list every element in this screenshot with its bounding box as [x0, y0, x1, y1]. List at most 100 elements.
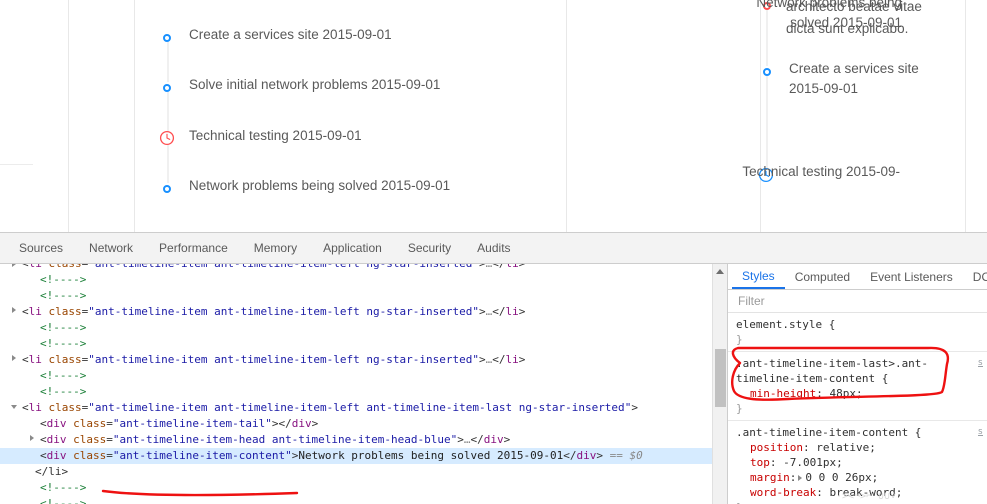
dom-attr-value: ant-timeline-item ant-timeline-item-left… [94, 401, 625, 414]
css-declaration[interactable]: margin: 0 0 0 26px; [736, 470, 979, 485]
styles-tab-dom[interactable]: DOM [963, 266, 987, 289]
styles-tab-event-listeners[interactable]: Event Listeners [860, 266, 963, 289]
devtools-tab-memory[interactable]: Memory [241, 234, 310, 263]
dom-line[interactable]: <!----> [0, 288, 712, 304]
dom-attr-value: ant-timeline-item ant-timeline-item-left… [94, 305, 473, 318]
styles-tab-computed[interactable]: Computed [785, 266, 860, 289]
dom-line[interactable]: <li class="ant-timeline-item ant-timelin… [0, 264, 712, 272]
styles-ghost-text: ·><¬>⌐ ∪∪˅ [836, 491, 897, 502]
devtools-tab-performance[interactable]: Performance [146, 234, 241, 263]
css-value[interactable]: relative; [816, 441, 876, 454]
css-value[interactable]: 48px; [829, 387, 862, 400]
timeline-item[interactable]: Network problems being solved 2015-09-01 [756, 0, 924, 66]
timeline-item-content: Network problems being solved 2015-09-01 [189, 177, 451, 193]
css-selector: element.style { [736, 318, 836, 331]
scroll-up-arrow-icon[interactable] [716, 269, 724, 274]
css-property[interactable]: word-break [736, 486, 816, 499]
expand-triangle-icon[interactable] [798, 474, 803, 481]
dom-line[interactable]: <li class="ant-timeline-item ant-timelin… [0, 304, 712, 320]
devtools-panel: Sources Network Performance Memory Appli… [0, 232, 987, 504]
page-divider-2 [134, 0, 135, 232]
timeline-tail [766, 76, 768, 169]
css-property[interactable]: margin [736, 471, 790, 484]
css-property[interactable]: position [736, 441, 803, 454]
dom-attr-value: ant-timeline-item-tail [119, 417, 266, 430]
css-source-link[interactable]: s [978, 425, 983, 440]
dom-line[interactable]: <!----> [0, 480, 712, 496]
dom-line[interactable]: <!----> [0, 336, 712, 352]
devtools-tab-audits[interactable]: Audits [464, 234, 523, 263]
css-selector: .ant-timeline-item-content { [736, 426, 922, 439]
styles-pane: Styles Computed Event Listeners DOM Filt… [727, 264, 987, 504]
timeline-item[interactable]: Create a services site 2015-09-01 [763, 61, 924, 169]
devtools-tabbar: Sources Network Performance Memory Appli… [0, 233, 987, 264]
page-divider-5 [965, 0, 966, 232]
css-declaration[interactable]: min-height: 48px; [736, 386, 979, 401]
dom-line[interactable]: <!----> [0, 272, 712, 288]
dom-comment: <!----> [40, 273, 87, 286]
dom-line-expanded-li[interactable]: <li class="ant-timeline-item ant-timelin… [0, 400, 712, 416]
page-divider-4 [760, 0, 761, 232]
dom-line[interactable]: <!----> [0, 320, 712, 336]
dom-comment: <!----> [40, 369, 87, 382]
styles-filter-input[interactable]: Filter [728, 290, 987, 313]
dom-line[interactable]: <div class="ant-timeline-item-tail"></di… [0, 416, 712, 432]
page-divider-1 [68, 0, 69, 232]
dom-tree-pane[interactable]: <li class="ant-timeline-item ant-timelin… [0, 264, 712, 504]
dom-line[interactable]: </li> [0, 464, 712, 480]
devtools-tab-security[interactable]: Security [395, 234, 464, 263]
css-property[interactable]: min-height [736, 387, 816, 400]
expand-triangle-icon[interactable] [12, 307, 16, 313]
dom-line-selected[interactable]: <div class="ant-timeline-item-content">N… [0, 448, 712, 464]
devtools-tab-application[interactable]: Application [310, 234, 395, 263]
devtools-tab-network[interactable]: Network [76, 234, 146, 263]
styles-tab-styles[interactable]: Styles [732, 265, 785, 289]
dom-line[interactable]: <div class="ant-timeline-item-head ant-t… [0, 432, 712, 448]
timeline-item-content: Solve initial network problems 2015-09-0… [189, 77, 441, 93]
page-rule-left [0, 164, 33, 165]
collapse-triangle-icon[interactable] [11, 405, 17, 412]
timeline-item-content: Create a services site 2015-09-01 [189, 27, 392, 42]
timeline-head-dot-icon [163, 84, 171, 93]
expand-triangle-icon[interactable] [12, 355, 16, 361]
dom-comment: <!----> [40, 321, 87, 334]
css-declaration[interactable]: top: -7.001px; [736, 455, 979, 470]
css-value[interactable]: 0 0 0 26px; [805, 471, 878, 484]
timeline-item-content: Technical testing 2015-09- [742, 163, 900, 179]
dom-close-tag: </li> [35, 465, 69, 478]
timeline-left: Create a services site 2015-09-01 Solve … [159, 27, 450, 203]
dom-line[interactable]: <!----> [0, 368, 712, 384]
expand-triangle-icon[interactable] [30, 435, 34, 441]
dom-line[interactable]: <li class="ant-timeline-item ant-timelin… [0, 352, 712, 368]
dom-comment: <!----> [40, 481, 87, 494]
css-rule-timeline-item-last[interactable]: s .ant-timeline-item-last>.ant-timeline-… [728, 351, 987, 420]
rendered-page-area: Create a services site 2015-09-01 Solve … [0, 0, 987, 232]
timeline-item[interactable]: Network problems being solved 2015-09-01 [163, 178, 450, 203]
styles-filter-placeholder: Filter [738, 294, 765, 308]
dom-line[interactable]: <!----> [0, 384, 712, 400]
devtools-body: <li class="ant-timeline-item ant-timelin… [0, 264, 987, 504]
timeline-item-content: Network problems being solved 2015-09-01 [756, 0, 902, 31]
timeline-right-alternate: Network problems being solved 2015-09-01… [742, 0, 924, 182]
dom-tree-scrollbar[interactable] [712, 264, 727, 504]
scrollbar-thumb[interactable] [715, 349, 726, 407]
dom-attr-value: ant-timeline-item ant-timeline-item-left… [94, 353, 473, 366]
page-divider-3 [566, 0, 567, 232]
clock-icon [159, 130, 175, 146]
css-value[interactable]: -7.001px; [783, 456, 843, 469]
timeline-tail [167, 42, 169, 83]
timeline-head-dot-icon [163, 184, 171, 193]
css-selector: .ant-timeline-item-last>.ant-timeline-it… [736, 357, 929, 385]
expand-triangle-icon[interactable] [12, 264, 16, 267]
timeline-item-content: Technical testing 2015-09-01 [189, 127, 362, 143]
css-declaration[interactable]: position: relative; [736, 440, 979, 455]
css-source-link[interactable]: s [978, 356, 983, 371]
timeline-head-dot-icon [763, 68, 771, 76]
css-rule-element-style[interactable]: element.style { } [728, 313, 987, 351]
css-closing-brace: } [736, 402, 743, 415]
devtools-tab-sources[interactable]: Sources [6, 234, 76, 263]
dom-attr-value: ant-timeline-item-content [119, 449, 286, 462]
css-property[interactable]: top [736, 456, 770, 469]
dom-comment: <!----> [40, 337, 87, 350]
dom-selected-ref: == $0 [609, 449, 643, 462]
